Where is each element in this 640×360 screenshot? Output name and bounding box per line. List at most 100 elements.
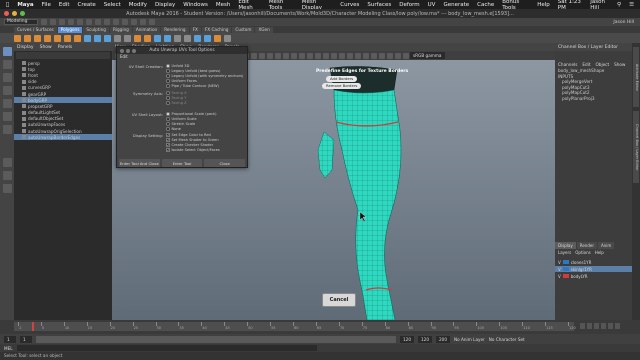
radio-button[interactable] <box>166 101 170 105</box>
viewport-toolbar-icon[interactable] <box>259 52 265 59</box>
close-button[interactable]: Close <box>204 159 246 167</box>
viewport-toolbar-icon[interactable] <box>307 52 313 59</box>
zoom-window-icon[interactable] <box>20 11 25 16</box>
viewport-toolbar-icon[interactable] <box>379 52 385 59</box>
paint-select-icon[interactable] <box>2 73 12 82</box>
uv-shell-option[interactable]: Unfold 3D <box>166 64 189 68</box>
menu-mesh[interactable]: Mesh <box>216 2 230 8</box>
shelf-tool-icon[interactable] <box>174 34 181 42</box>
shelf-tool-icon[interactable] <box>44 34 51 42</box>
search-icon[interactable]: ⚲ <box>617 2 621 8</box>
uv-shell-option[interactable]: Pipe / Tube Contour (NEW) <box>166 84 219 88</box>
viewport-toolbar-icon[interactable] <box>299 52 305 59</box>
layer-menu-options[interactable]: Options <box>575 250 590 256</box>
menu-edit[interactable]: Edit <box>59 2 70 8</box>
channel-menu-show[interactable]: Show <box>614 62 625 67</box>
shelf-tool-icon[interactable] <box>64 34 71 42</box>
menu-windows[interactable]: Windows <box>183 2 208 8</box>
menu-surfaces[interactable]: Surfaces <box>367 2 391 8</box>
menu-cache[interactable]: Cache <box>477 2 494 8</box>
anim-layer-label[interactable]: No Anim Layer <box>454 337 485 342</box>
shelf-tool-icon[interactable] <box>14 34 21 42</box>
checkbox[interactable]: ✓ <box>166 133 170 137</box>
playhead[interactable] <box>32 322 34 331</box>
color-management-dropdown[interactable]: sRGB gamma <box>410 52 445 59</box>
play-forward-icon[interactable] <box>601 323 606 329</box>
cancel-button[interactable]: Cancel <box>322 293 356 307</box>
menu-uv[interactable]: UV <box>428 2 436 8</box>
symmetry-option[interactable]: Facing Y <box>166 96 186 100</box>
new-scene-icon[interactable] <box>41 19 47 25</box>
shelf-tool-icon[interactable] <box>224 34 231 42</box>
open-scene-icon[interactable] <box>50 19 56 25</box>
shelf-tool-icon[interactable] <box>184 34 191 42</box>
mel-input[interactable] <box>16 345 317 351</box>
viewport-toolbar-icon[interactable] <box>339 52 345 59</box>
redo-icon[interactable] <box>77 19 83 25</box>
checkbox[interactable]: ✓ <box>166 143 170 147</box>
character-set-label[interactable]: No Character Set <box>489 337 525 342</box>
shelf-tool-icon[interactable] <box>54 34 61 42</box>
channel-menu-channels[interactable]: Channels <box>558 62 577 67</box>
shelf-tool-icon[interactable] <box>74 34 81 42</box>
go-to-end-icon[interactable] <box>615 323 620 329</box>
menu-set-dropdown[interactable]: Modeling <box>4 19 38 25</box>
menu-display[interactable]: Display <box>155 2 175 8</box>
go-to-start-icon[interactable] <box>580 323 585 329</box>
outliner-search-input[interactable] <box>16 52 110 59</box>
dialog-minimize-icon[interactable] <box>126 48 130 53</box>
scale-tool-icon[interactable] <box>2 112 12 121</box>
time-slider[interactable]: 1 5 10 15 20 25 30 35 40 45 50 55 60 65 70 75 80 85 90 95 10… <box>0 320 640 334</box>
menu-app-name[interactable]: Maya <box>17 2 33 8</box>
viewport-toolbar-icon[interactable] <box>387 52 393 59</box>
shelf-tool-icon[interactable] <box>114 34 121 42</box>
input-node[interactable]: polyPlanarProj3 <box>555 96 632 102</box>
outliner-menu-panels[interactable]: Panels <box>58 45 72 50</box>
menu-generate[interactable]: Generate <box>443 2 469 8</box>
visibility-toggle[interactable]: V <box>558 260 561 265</box>
layer-tab-render[interactable]: Render <box>576 242 597 249</box>
radio-button[interactable] <box>166 91 170 95</box>
shelf-tool-icon[interactable] <box>24 34 31 42</box>
mel-label[interactable]: MEL <box>4 346 13 351</box>
select-component-icon[interactable] <box>104 19 110 25</box>
layer-tab-anim[interactable]: Anim <box>598 242 615 249</box>
shell-layout-option[interactable]: None <box>166 127 181 131</box>
radio-button[interactable] <box>166 64 170 68</box>
render-icon[interactable] <box>140 19 146 25</box>
four-view-layout-icon[interactable] <box>2 171 12 180</box>
viewport-toolbar-icon[interactable] <box>355 52 361 59</box>
radio-button[interactable] <box>166 69 170 73</box>
undo-icon[interactable] <box>68 19 74 25</box>
display-option[interactable]: ✓ Set Mesh Shader to Green <box>166 138 219 142</box>
radio-button[interactable] <box>166 117 170 121</box>
menu-modify[interactable]: Modify <box>129 2 147 8</box>
layer-menu-help[interactable]: Help <box>595 250 604 256</box>
snap-curve-icon[interactable] <box>122 19 128 25</box>
viewport-toolbar-icon[interactable] <box>251 52 257 59</box>
display-layer-row[interactable]: VbodyLYR <box>555 273 632 279</box>
enter-tool-button[interactable]: Enter Tool <box>161 159 203 167</box>
enter-tool-and-close-button[interactable]: Enter Tool And Close <box>119 159 160 167</box>
save-scene-icon[interactable] <box>59 19 65 25</box>
remove-borders-button[interactable]: Remove Borders <box>322 83 362 89</box>
outliner-item[interactable]: autoUnwrapBorderEdges <box>14 134 112 141</box>
shelf-tool-icon[interactable] <box>164 34 171 42</box>
radio-button[interactable] <box>166 79 170 83</box>
dialog-close-icon[interactable] <box>120 48 124 53</box>
select-object-icon[interactable] <box>95 19 101 25</box>
display-layer-row[interactable]: Vskinlgr1YR <box>555 266 632 272</box>
symmetry-option[interactable]: Facing X <box>166 91 187 95</box>
channel-menu-object[interactable]: Object <box>595 62 609 67</box>
visibility-toggle[interactable]: V <box>558 274 561 279</box>
shelf-tool-icon[interactable] <box>94 34 101 42</box>
apple-icon[interactable]:  <box>6 2 9 8</box>
shelf-tool-icon[interactable] <box>84 34 91 42</box>
shelf-tool-icon[interactable] <box>204 34 211 42</box>
viewport-toolbar-icon[interactable] <box>267 52 273 59</box>
last-tool-icon[interactable] <box>2 125 12 134</box>
viewport-toolbar-icon[interactable] <box>363 52 369 59</box>
dialog-zoom-icon[interactable] <box>132 48 136 53</box>
shelf-tool-icon[interactable] <box>194 34 201 42</box>
display-option[interactable]: ✓ Set Edge Color to Red <box>166 133 211 137</box>
